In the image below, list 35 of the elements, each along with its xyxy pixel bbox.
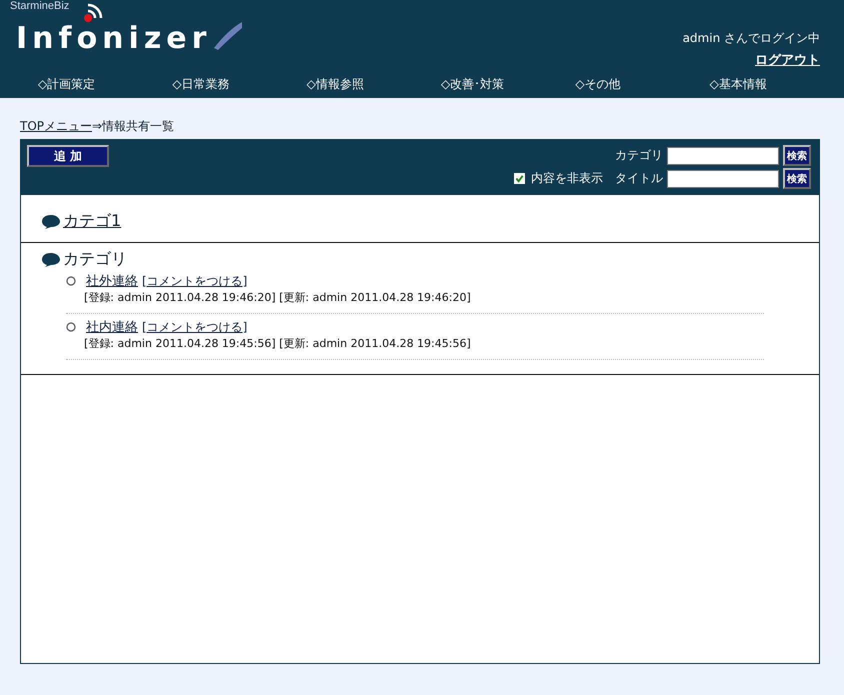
checkbox-label: 内容を非表示	[531, 170, 603, 187]
checkbox[interactable]	[514, 173, 525, 184]
circle-bullet-icon	[66, 276, 76, 286]
nav-menu-item[interactable]: ◇その他	[575, 76, 710, 92]
field-label: カテゴリ	[615, 147, 663, 164]
search-button[interactable]: 検索	[783, 168, 811, 189]
search-field[interactable]	[667, 170, 779, 188]
search-field[interactable]	[667, 146, 779, 164]
add-button[interactable]: 追 加	[27, 145, 109, 167]
post-title-link[interactable]: 社外連絡	[86, 272, 138, 290]
brand-name: StarmineBiz	[10, 0, 70, 12]
circle-bullet-icon	[66, 322, 76, 332]
category-title[interactable]: カテゴ1	[63, 211, 122, 232]
signal-icon	[84, 2, 104, 22]
breadcrumb-link[interactable]: TOPメニュー	[20, 119, 92, 133]
search-button[interactable]: 検索	[783, 145, 811, 166]
post-title-link[interactable]: 社内連絡	[86, 318, 138, 336]
speech-bubble-icon	[41, 214, 61, 230]
logo: Infonizer	[16, 22, 212, 56]
field-label: タイトル	[615, 170, 663, 187]
comment-link[interactable]: [コメントをつける]	[142, 272, 248, 290]
post-meta: [登録: admin 2011.04.28 19:45:56] [更新: admin 2011.04.28 19:45:56]	[83, 336, 472, 351]
swoosh-icon	[214, 20, 242, 50]
nav-menu-item[interactable]: ◇計画策定	[38, 76, 172, 92]
nav-menu-item[interactable]: ◇基本情報	[710, 76, 844, 92]
nav-menu-item[interactable]: ◇日常業務	[172, 76, 307, 92]
breadcrumb-text: ⇒情報共有一覧	[92, 119, 174, 133]
category-title: カテゴリ	[63, 249, 127, 270]
logout-link[interactable]: ログアウト	[755, 51, 820, 69]
post-meta: [登録: admin 2011.04.28 19:46:20] [更新: admin 2011.04.28 19:46:20]	[83, 290, 472, 305]
speech-bubble-icon	[41, 252, 61, 268]
nav-menu-item[interactable]: ◇情報参照	[306, 76, 441, 92]
comment-link[interactable]: [コメントをつける]	[142, 318, 248, 336]
nav-menu-item[interactable]: ◇改善･対策	[440, 76, 576, 92]
login-status: admin さんでログイン中	[682, 30, 820, 47]
